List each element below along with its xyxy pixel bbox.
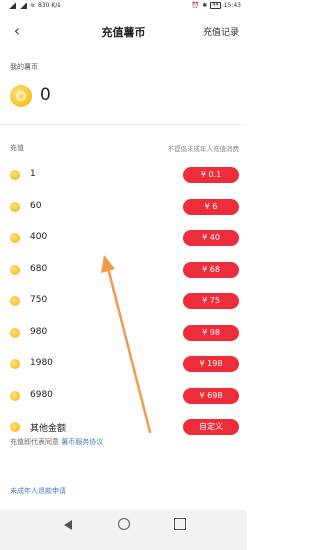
status-right: ⏰ ✱ 44 15:43 — [192, 2, 241, 9]
option-amount: 6980 — [30, 389, 53, 400]
coin-icon — [10, 390, 20, 401]
system-nav-bar — [0, 510, 247, 550]
price-button[interactable]: ¥ 98 — [183, 324, 239, 341]
agreement-text: 充值即代表同意 薯币服务协议 — [10, 437, 103, 447]
coin-icon — [10, 170, 20, 180]
option-amount: 400 — [30, 232, 48, 242]
divider — [0, 124, 247, 125]
coin-icon — [10, 359, 20, 369]
network-speed: 830 K/s — [38, 2, 61, 9]
coin-icon — [10, 296, 20, 306]
alarm-icon: ⏰ — [191, 2, 200, 9]
recharge-option[interactable]: 60 ¥ 6 — [0, 192, 247, 224]
custom-amount-button[interactable]: 自定义 — [183, 419, 239, 435]
recharge-label: 充值 — [10, 144, 24, 152]
option-amount: 680 — [30, 263, 48, 274]
price-button[interactable]: ¥ 198 — [183, 356, 239, 372]
my-coins-label: 我的薯币 — [10, 63, 38, 71]
minor-refund-link[interactable]: 未成年人退款申请 — [10, 486, 66, 496]
recharge-option[interactable]: 680 ¥ 68 — [0, 255, 247, 287]
status-bar: ≋ 830 K/s ⏰ ✱ 44 15:43 — [0, 0, 247, 14]
coin-icon — [10, 201, 20, 212]
price-button[interactable]: ¥ 68 — [183, 261, 239, 278]
coin-icon — [10, 233, 20, 243]
service-agreement-link[interactable]: 薯币服务协议 — [61, 438, 103, 446]
option-amount: 980 — [30, 326, 48, 337]
coin-icon — [10, 327, 20, 338]
price-button[interactable]: ¥ 698 — [183, 387, 239, 404]
agreement-prefix: 充值即代表同意 — [10, 438, 59, 446]
signal-icon-2 — [19, 2, 27, 9]
recharge-records-link[interactable]: 充值记录 — [203, 25, 239, 38]
price-button[interactable]: ¥ 0.1 — [183, 167, 239, 183]
coin-balance: 0 — [40, 85, 51, 105]
recharge-option[interactable]: 1980 ¥ 198 — [0, 349, 247, 381]
option-amount: 1 — [30, 169, 36, 179]
coin-icon — [10, 422, 20, 432]
signal-icon — [8, 2, 16, 9]
recharge-option[interactable]: 980 ¥ 98 — [0, 318, 247, 350]
nav-back-icon[interactable] — [64, 520, 72, 530]
option-amount: 其他金额 — [30, 424, 67, 434]
price-button[interactable]: ¥ 75 — [183, 293, 239, 309]
minor-notice: 不提倡未成年人充值消费 — [167, 145, 240, 153]
recharge-option[interactable]: 750 ¥ 75 — [0, 286, 247, 318]
recharge-option[interactable]: 400 ¥ 40 — [0, 223, 247, 255]
coin-icon — [10, 85, 32, 107]
coin-icon — [10, 264, 20, 275]
price-button[interactable]: ¥ 40 — [183, 230, 239, 246]
wifi-icon: ≋ — [30, 2, 36, 9]
recharge-option[interactable]: 6980 ¥ 698 — [0, 381, 247, 413]
nav-bar: ‹ 充值薯币 充值记录 — [0, 14, 247, 50]
status-time: 15:43 — [223, 2, 241, 9]
bluetooth-icon: ✱ — [202, 2, 208, 9]
nav-home-icon[interactable] — [118, 518, 130, 530]
price-button[interactable]: ¥ 6 — [183, 198, 239, 215]
option-amount: 60 — [30, 200, 42, 211]
nav-recent-icon[interactable] — [174, 518, 186, 530]
battery-icon: 44 — [210, 2, 221, 9]
option-amount: 1980 — [30, 358, 53, 368]
status-left: ≋ 830 K/s — [8, 2, 60, 9]
option-amount: 750 — [30, 295, 48, 305]
recharge-option[interactable]: 1 ¥ 0.1 — [0, 160, 247, 192]
